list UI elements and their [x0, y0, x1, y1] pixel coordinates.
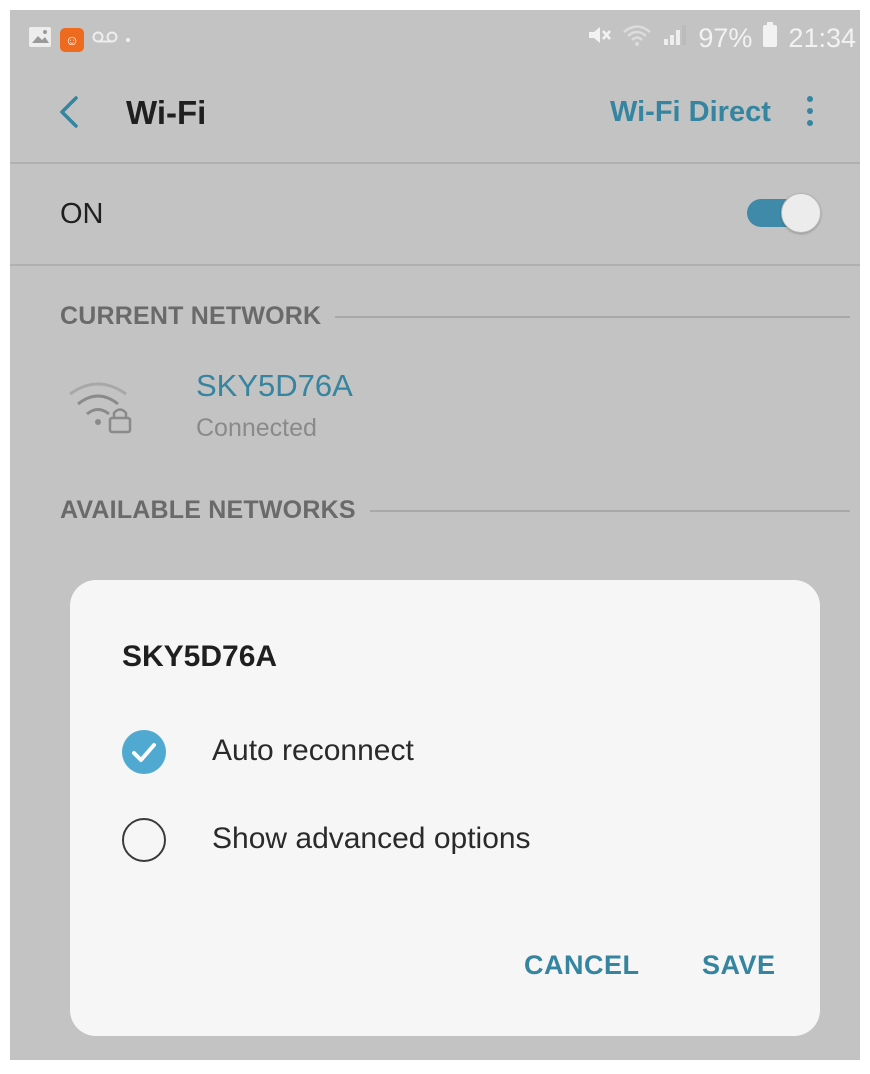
auto-reconnect-label: Auto reconnect	[212, 734, 414, 767]
cancel-button[interactable]: CANCEL	[524, 950, 640, 981]
current-network-header: CURRENT NETWORK	[60, 302, 850, 331]
settings-screen: ☺ 97% 21:34 Wi-Fi Wi-Fi Direct ON CURREN…	[10, 10, 860, 1060]
show-advanced-options-label: Show advanced options	[212, 822, 531, 855]
network-options-dialog: SKY5D76A Auto reconnect Show advanced op…	[70, 580, 820, 1036]
save-button[interactable]: SAVE	[702, 950, 776, 981]
auto-reconnect-option[interactable]: Auto reconnect	[118, 722, 768, 782]
status-bar-right: 97% 21:34	[586, 22, 856, 55]
wifi-lock-icon	[68, 372, 138, 434]
back-chevron-icon	[50, 96, 90, 140]
more-options-button[interactable]	[800, 92, 820, 136]
available-networks-header: AVAILABLE NETWORKS	[60, 496, 850, 525]
cell-signal-icon	[662, 23, 688, 54]
wifi-toggle-switch[interactable]	[743, 190, 825, 236]
battery-percent: 97%	[698, 23, 753, 53]
available-networks-label: AVAILABLE NETWORKS	[60, 496, 356, 524]
page-title: Wi-Fi	[126, 94, 207, 131]
show-advanced-options-option[interactable]: Show advanced options	[118, 810, 768, 870]
section-divider	[369, 509, 850, 512]
wifi-signal-icon	[622, 23, 652, 54]
status-bar-left: ☺	[28, 26, 130, 53]
mute-icon	[586, 23, 612, 54]
app-notification-icon: ☺	[60, 27, 84, 52]
current-network-label: CURRENT NETWORK	[60, 302, 322, 330]
more-notifications-dot-icon	[126, 37, 130, 42]
clock: 21:34	[788, 23, 856, 53]
status-bar: ☺ 97% 21:34	[10, 10, 860, 66]
current-network-item[interactable]: SKY5D76A Connected	[10, 350, 860, 460]
checkbox-checked-icon[interactable]	[122, 730, 166, 774]
voicemail-icon	[92, 30, 118, 49]
app-header: Wi-Fi Wi-Fi Direct	[10, 66, 860, 164]
current-network-name: SKY5D76A	[196, 368, 353, 403]
more-vert-icon	[800, 96, 820, 126]
current-network-status: Connected	[196, 414, 317, 442]
wifi-direct-button[interactable]: Wi-Fi Direct	[610, 96, 771, 129]
battery-icon	[762, 22, 778, 55]
toggle-thumb	[781, 193, 821, 233]
dialog-title: SKY5D76A	[122, 640, 278, 673]
checkbox-unchecked-icon[interactable]	[122, 818, 166, 862]
wifi-toggle-row[interactable]: ON	[10, 162, 860, 266]
gallery-icon	[28, 26, 52, 53]
back-button[interactable]	[50, 88, 90, 136]
section-divider	[335, 315, 850, 318]
wifi-toggle-label: ON	[60, 198, 104, 230]
